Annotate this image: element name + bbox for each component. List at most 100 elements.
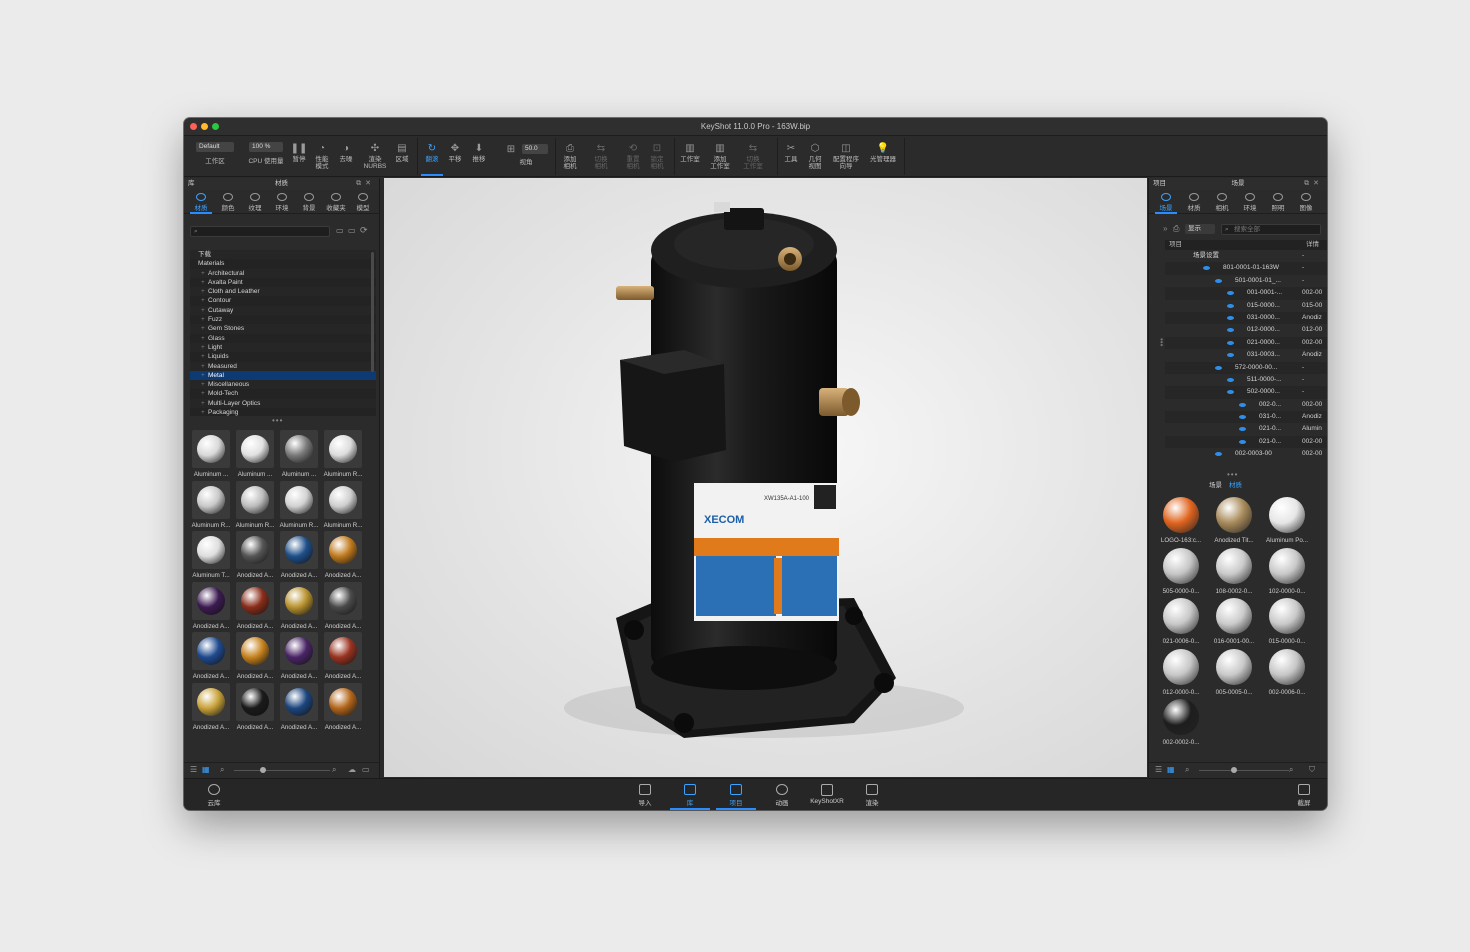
folder-item[interactable]: + Glass — [190, 334, 376, 343]
geometry-view-button[interactable]: ⬡ 几何 视图 — [804, 139, 826, 173]
scene-tree-row[interactable]: 021-0... Alumin — [1165, 423, 1327, 435]
region-button[interactable]: ▤ 区域 — [391, 139, 413, 173]
material-thumbnail[interactable]: Aluminum R... — [234, 480, 276, 531]
render-viewport[interactable]: XECOM XW135A-A1-100 — [384, 178, 1147, 777]
folder-item[interactable]: + Architectural — [190, 268, 376, 278]
folder-item[interactable]: 下载 — [190, 250, 376, 260]
material-thumbnail[interactable]: Anodized A... — [234, 682, 276, 733]
push-button[interactable]: ⬇ 推移 — [468, 139, 490, 173]
expand-icon[interactable]: + — [201, 352, 205, 361]
grid-view-icon[interactable]: ▦ — [1167, 765, 1175, 774]
folder-icon[interactable]: ▭ — [362, 765, 370, 774]
scene-tree-row[interactable]: 801-0001-01-163W - — [1165, 262, 1327, 275]
scene-tree-row[interactable]: 031-0003... Anodiz — [1165, 349, 1327, 361]
studio-button[interactable]: ▥ 工作室 — [677, 139, 703, 173]
filter-icon[interactable]: ⛉ — [1309, 765, 1315, 775]
project-tab[interactable]: 场景 — [1153, 192, 1179, 214]
close-window-button[interactable] — [190, 123, 197, 130]
folder-add-icon[interactable]: ▭ — [348, 226, 356, 235]
keyshotxr-button[interactable]: KeyShotXR — [807, 783, 847, 807]
material-thumbnail[interactable]: Aluminum ... — [278, 430, 320, 480]
expand-icon[interactable]: + — [201, 269, 205, 278]
expand-icon[interactable]: + — [201, 371, 205, 380]
project-tab[interactable]: 材质 — [1181, 192, 1207, 212]
folder-item[interactable]: + Fuzz — [190, 315, 376, 324]
visibility-eye-icon[interactable] — [1227, 390, 1234, 395]
pause-button[interactable]: ❚❚ 暂停 — [288, 139, 310, 173]
folder-item[interactable]: + Multi-Layer Optics — [190, 398, 376, 409]
add-studio-button[interactable]: ▥ 添加 工作室 — [706, 139, 734, 173]
project-tab[interactable]: 环境 — [1237, 192, 1263, 212]
material-thumbnail[interactable]: Aluminum ... — [234, 430, 276, 480]
slider-knob[interactable] — [1231, 767, 1237, 773]
library-search-input[interactable]: ⌕ — [190, 226, 330, 237]
cloud-library-button[interactable]: 云库 — [194, 783, 234, 807]
workspace-dropdown[interactable]: Default — [196, 142, 234, 152]
material-thumbnail[interactable]: Anodized A... — [278, 682, 320, 733]
field-of-view-control[interactable]: ⊞ 50.0 视角 — [498, 139, 554, 173]
scrollbar[interactable] — [371, 252, 374, 372]
expand-icon[interactable]: + — [201, 362, 205, 371]
import-button[interactable]: 导入 — [625, 783, 665, 807]
fov-field[interactable]: 50.0 — [522, 144, 548, 154]
visibility-eye-icon[interactable] — [1227, 353, 1234, 358]
scene-material-thumbnail[interactable]: 505-0000-0... — [1155, 547, 1207, 597]
folder-item[interactable]: + Axalta Paint — [190, 278, 376, 287]
material-thumbnail[interactable]: Anodized A... — [322, 632, 364, 682]
expand-icon[interactable]: + — [201, 399, 205, 408]
scene-tree-row[interactable]: 511-0000-... - — [1165, 374, 1327, 386]
material-thumbnail[interactable]: Aluminum R... — [322, 430, 364, 480]
project-subtab[interactable]: 场景 — [1209, 479, 1222, 489]
library-tab[interactable]: 环境 — [269, 192, 295, 212]
material-thumbnail[interactable]: Anodized A... — [234, 632, 276, 682]
folder-item[interactable]: + Cloth and Leather — [190, 287, 376, 297]
display-filter-dropdown[interactable]: 显示 — [1185, 224, 1215, 234]
visibility-eye-icon[interactable] — [1227, 291, 1234, 296]
scene-tree-row[interactable]: 012-0000... 012-00 — [1165, 324, 1327, 336]
project-tab[interactable]: 照明 — [1265, 192, 1291, 212]
library-tab[interactable]: 模型 — [350, 192, 376, 212]
scene-tree-row[interactable]: 031-0... Anodiz — [1165, 411, 1327, 424]
panel-window-controls[interactable]: ⧉✕ — [1304, 178, 1323, 190]
visibility-eye-icon[interactable] — [1227, 303, 1234, 308]
scene-tree-row[interactable]: 001-0001-... 002-00 — [1165, 287, 1327, 300]
scene-tree-row[interactable]: 021-0000... 002-00 — [1165, 336, 1327, 350]
material-thumbnail[interactable]: Anodized A... — [190, 581, 232, 632]
library-tab[interactable]: 纹理 — [242, 192, 268, 212]
material-thumbnail[interactable]: Aluminum T... — [190, 531, 232, 581]
material-thumbnail[interactable]: Aluminum ... — [190, 430, 232, 480]
folder-item[interactable]: + Light — [190, 342, 376, 353]
switch-camera-button[interactable]: ⇆ 切换 相机 — [589, 139, 613, 173]
folder-item[interactable]: + Miscellaneous — [190, 380, 376, 390]
performance-mode-button[interactable]: ◔ 性能 模式 — [311, 139, 333, 173]
expand-icon[interactable]: + — [201, 287, 205, 296]
project-toggle-button[interactable]: 项目 — [716, 783, 756, 810]
render-nurbs-button[interactable]: ✣ 渲染 NURBS — [360, 139, 390, 173]
scene-material-thumbnail[interactable]: 021-0006-0... — [1155, 597, 1207, 647]
material-thumbnail[interactable]: Anodized A... — [234, 531, 276, 581]
visibility-eye-icon[interactable] — [1215, 278, 1222, 283]
expand-icon[interactable]: + — [201, 315, 205, 324]
folder-item[interactable]: + Gem Stones — [190, 324, 376, 334]
material-thumbnail[interactable]: Anodized A... — [190, 682, 232, 733]
grid-view-icon[interactable]: ▦ — [202, 765, 210, 774]
animation-button[interactable]: 动画 — [762, 783, 802, 807]
scene-search-input[interactable]: ⌕ 搜索全部 — [1221, 224, 1321, 235]
cloud-icon[interactable]: ☁ — [348, 765, 356, 774]
project-tab[interactable]: 相机 — [1209, 192, 1235, 212]
expand-icon[interactable]: + — [201, 306, 205, 315]
reset-camera-button[interactable]: ⟲ 重置 相机 — [621, 139, 645, 173]
scene-material-thumbnail[interactable]: Anodized Tit... — [1208, 496, 1260, 546]
material-thumbnail[interactable]: Anodized A... — [190, 632, 232, 682]
visibility-eye-icon[interactable] — [1215, 452, 1222, 457]
expand-icon[interactable]: + — [201, 324, 205, 333]
scene-material-thumbnail[interactable]: 005-0005-0... — [1208, 648, 1260, 698]
visibility-eye-icon[interactable] — [1203, 266, 1210, 271]
switch-studio-button[interactable]: ⇆ 切换 工作室 — [739, 139, 767, 173]
scene-material-thumbnail[interactable]: Aluminum Po... — [1261, 496, 1313, 546]
scene-material-thumbnail[interactable]: 016-0001-00... — [1208, 597, 1260, 647]
folder-item[interactable]: + Liquids — [190, 352, 376, 361]
material-thumbnail[interactable]: Anodized A... — [322, 581, 364, 632]
refresh-icon[interactable]: ⟳ — [360, 225, 368, 236]
light-manager-button[interactable]: 💡 光管理器 — [866, 139, 900, 173]
